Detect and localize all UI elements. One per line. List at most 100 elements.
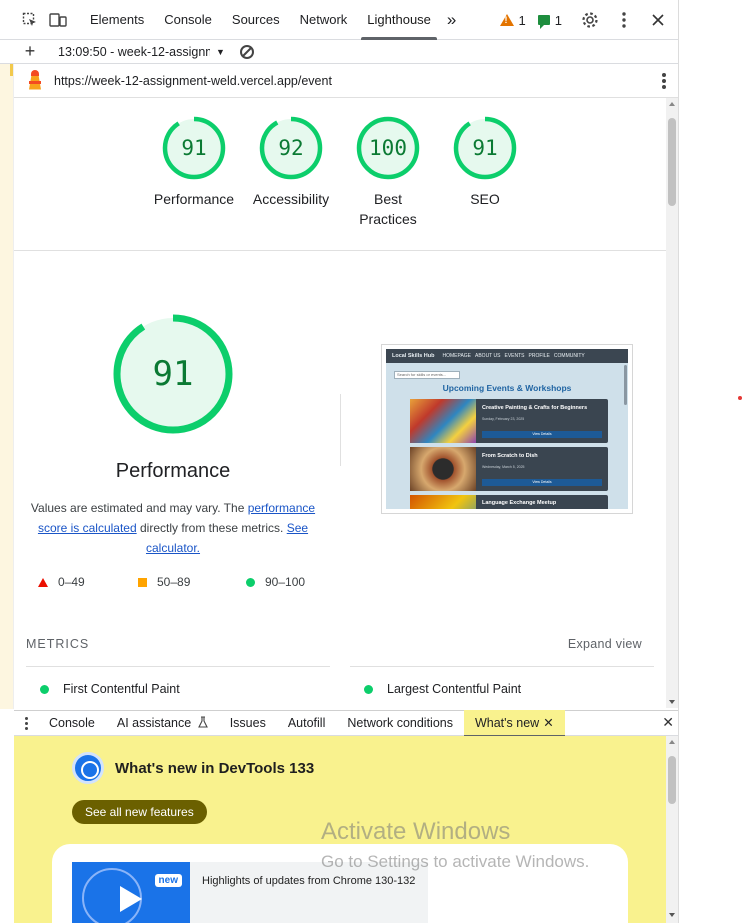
play-icon xyxy=(120,886,142,912)
devtools-logo-icon xyxy=(72,752,104,784)
activate-windows-watermark: Activate Windows xyxy=(321,818,511,845)
metric-fcp[interactable]: First Contentful Paint xyxy=(40,682,180,696)
tab-console[interactable]: Console xyxy=(154,0,222,40)
pass-circle-icon xyxy=(246,577,255,587)
metrics-title: METRICS xyxy=(26,637,90,651)
inspect-element-icon[interactable] xyxy=(16,6,44,34)
report-content: 91 Performance 92 Accessibility 100 Best… xyxy=(14,98,666,708)
gauge-best-practices[interactable]: 100 Best Practices xyxy=(338,98,438,229)
drawer-tab-whats-new[interactable]: What's new ✕ xyxy=(463,710,565,737)
metric-label: First Contentful Paint xyxy=(63,682,180,696)
highlights-text: Highlights of updates from Chrome 130-13… xyxy=(202,875,416,887)
window-edge xyxy=(678,0,679,923)
close-devtools-icon[interactable] xyxy=(644,6,672,34)
warnings-counter[interactable]: 1 xyxy=(499,12,526,28)
close-drawer-icon[interactable]: ✕ xyxy=(662,714,674,731)
report-selector[interactable]: 13:09:50 - week-12-assignme ▼ xyxy=(58,45,228,59)
average-square-icon xyxy=(138,577,147,587)
warning-icon xyxy=(499,14,514,26)
activate-windows-subtext: Go to Settings to activate Windows. xyxy=(321,852,590,871)
screenshot-event-card: Creative Painting & Crafts for Beginners… xyxy=(410,399,608,443)
customize-menu-icon[interactable] xyxy=(610,6,638,34)
drawer-tab-issues[interactable]: Issues xyxy=(219,710,277,736)
drawer-tabbar: Console AI assistance Issues Autofill Ne… xyxy=(14,710,678,737)
screenshot-event-card: From Scratch to Dish Wednesday, March 5,… xyxy=(410,447,608,491)
chevron-down-icon: ▼ xyxy=(216,46,225,57)
expand-view-button[interactable]: Expand view xyxy=(568,637,642,651)
report-url-bar: https://week-12-assignment-weld.vercel.a… xyxy=(14,64,678,98)
device-toolbar-icon[interactable] xyxy=(44,6,72,34)
score-gauges: 91 Performance 92 Accessibility 100 Best… xyxy=(14,98,666,251)
pass-circle-icon xyxy=(364,684,373,694)
screenshot-preview: Local Skills Hub HOMEPAGE ABOUT US EVENT… xyxy=(386,349,628,509)
left-gutter xyxy=(0,64,14,709)
gauge-performance[interactable]: 91 Performance xyxy=(144,98,244,209)
issues-count: 1 xyxy=(554,12,562,28)
whats-new-title: What's new in DevTools 133 xyxy=(115,760,315,777)
gauge-label-performance: Performance xyxy=(153,191,235,207)
screenshot-search: Search for skills or events... xyxy=(394,371,460,379)
gauge-accessibility[interactable]: 92 Accessibility xyxy=(241,98,341,209)
tab-elements[interactable]: Elements xyxy=(80,0,154,40)
legend-pass: 90–100 xyxy=(265,575,306,589)
metrics-header: METRICS Expand view xyxy=(26,637,642,653)
score-accessibility: 92 xyxy=(278,136,304,160)
whats-new-scrollbar[interactable] xyxy=(666,736,678,923)
toolbar-right: 1 1 xyxy=(499,0,678,40)
metrics-divider xyxy=(26,666,330,667)
devtools-window: { "tabbar": { "tabs": ["Elements", "Cons… xyxy=(0,0,744,923)
drawer-tab-ai-assistance[interactable]: AI assistance xyxy=(106,710,219,736)
close-tab-icon[interactable]: ✕ xyxy=(543,716,553,730)
tab-network[interactable]: Network xyxy=(290,0,358,40)
report-menu-icon[interactable] xyxy=(662,73,666,89)
gauge-label-seo: SEO xyxy=(470,191,500,207)
tab-sources[interactable]: Sources xyxy=(222,0,290,40)
score-seo: 91 xyxy=(472,136,498,160)
drawer-tab-console[interactable]: Console xyxy=(38,710,106,736)
more-tabs-button[interactable]: » xyxy=(441,0,462,40)
performance-score-large: 91 xyxy=(152,354,194,394)
drawer-tab-network-conditions[interactable]: Network conditions xyxy=(336,710,464,736)
section-divider xyxy=(340,394,341,466)
see-all-features-button[interactable]: See all new features xyxy=(72,800,207,824)
screenshot-heading: Upcoming Events & Workshops xyxy=(442,383,572,393)
performance-section: 91 Performance Values are estimated and … xyxy=(14,313,332,583)
issues-icon xyxy=(537,15,550,29)
video-thumbnail[interactable]: new xyxy=(72,862,190,923)
cursor-dot xyxy=(738,396,742,400)
gauge-label-accessibility: Accessibility xyxy=(252,191,330,207)
flask-icon xyxy=(197,716,208,728)
performance-gauge-large: 91 xyxy=(112,313,234,435)
drawer-menu-icon[interactable] xyxy=(14,716,38,730)
issues-counter[interactable]: 1 xyxy=(537,12,562,29)
devtools-tabbar: Elements Console Sources Network Lightho… xyxy=(0,0,678,40)
screenshot-navbar: Local Skills Hub HOMEPAGE ABOUT US EVENT… xyxy=(386,349,628,363)
legend-average: 50–89 xyxy=(157,575,191,589)
fail-triangle-icon xyxy=(38,577,48,587)
report-scrollbar[interactable] xyxy=(666,98,678,708)
tab-lighthouse[interactable]: Lighthouse xyxy=(357,0,441,40)
screenshot-event-card: Language Exchange Meetup xyxy=(410,495,608,509)
pass-circle-icon xyxy=(40,684,49,694)
lighthouse-report-bar: + 13:09:50 - week-12-assignme ▼ xyxy=(0,40,678,64)
report-url[interactable]: https://week-12-assignment-weld.vercel.a… xyxy=(54,74,332,88)
new-report-button[interactable]: + xyxy=(16,41,44,62)
score-legend: 0–49 50–89 90–100 xyxy=(14,575,332,595)
legend-fail: 0–49 xyxy=(58,575,85,589)
gauge-seo[interactable]: 91 SEO xyxy=(435,98,535,209)
gauge-label-best-practices: Best Practices xyxy=(359,191,417,227)
performance-title: Performance xyxy=(115,460,231,482)
metric-lcp[interactable]: Largest Contentful Paint xyxy=(364,682,521,696)
report-selector-value: 13:09:50 - week-12-assignme xyxy=(58,44,210,59)
performance-description: Values are estimated and may vary. The p… xyxy=(30,501,316,555)
score-performance: 91 xyxy=(181,136,207,160)
lighthouse-logo-icon xyxy=(26,69,44,92)
final-screenshot[interactable]: Local Skills Hub HOMEPAGE ABOUT US EVENT… xyxy=(381,344,633,514)
drawer-tab-autofill[interactable]: Autofill xyxy=(277,710,337,736)
metrics-divider xyxy=(350,666,654,667)
metric-label: Largest Contentful Paint xyxy=(387,682,522,696)
warnings-count: 1 xyxy=(518,12,526,28)
settings-gear-icon[interactable] xyxy=(576,6,604,34)
score-best-practices: 100 xyxy=(369,136,407,160)
clear-reports-icon[interactable] xyxy=(240,44,254,59)
